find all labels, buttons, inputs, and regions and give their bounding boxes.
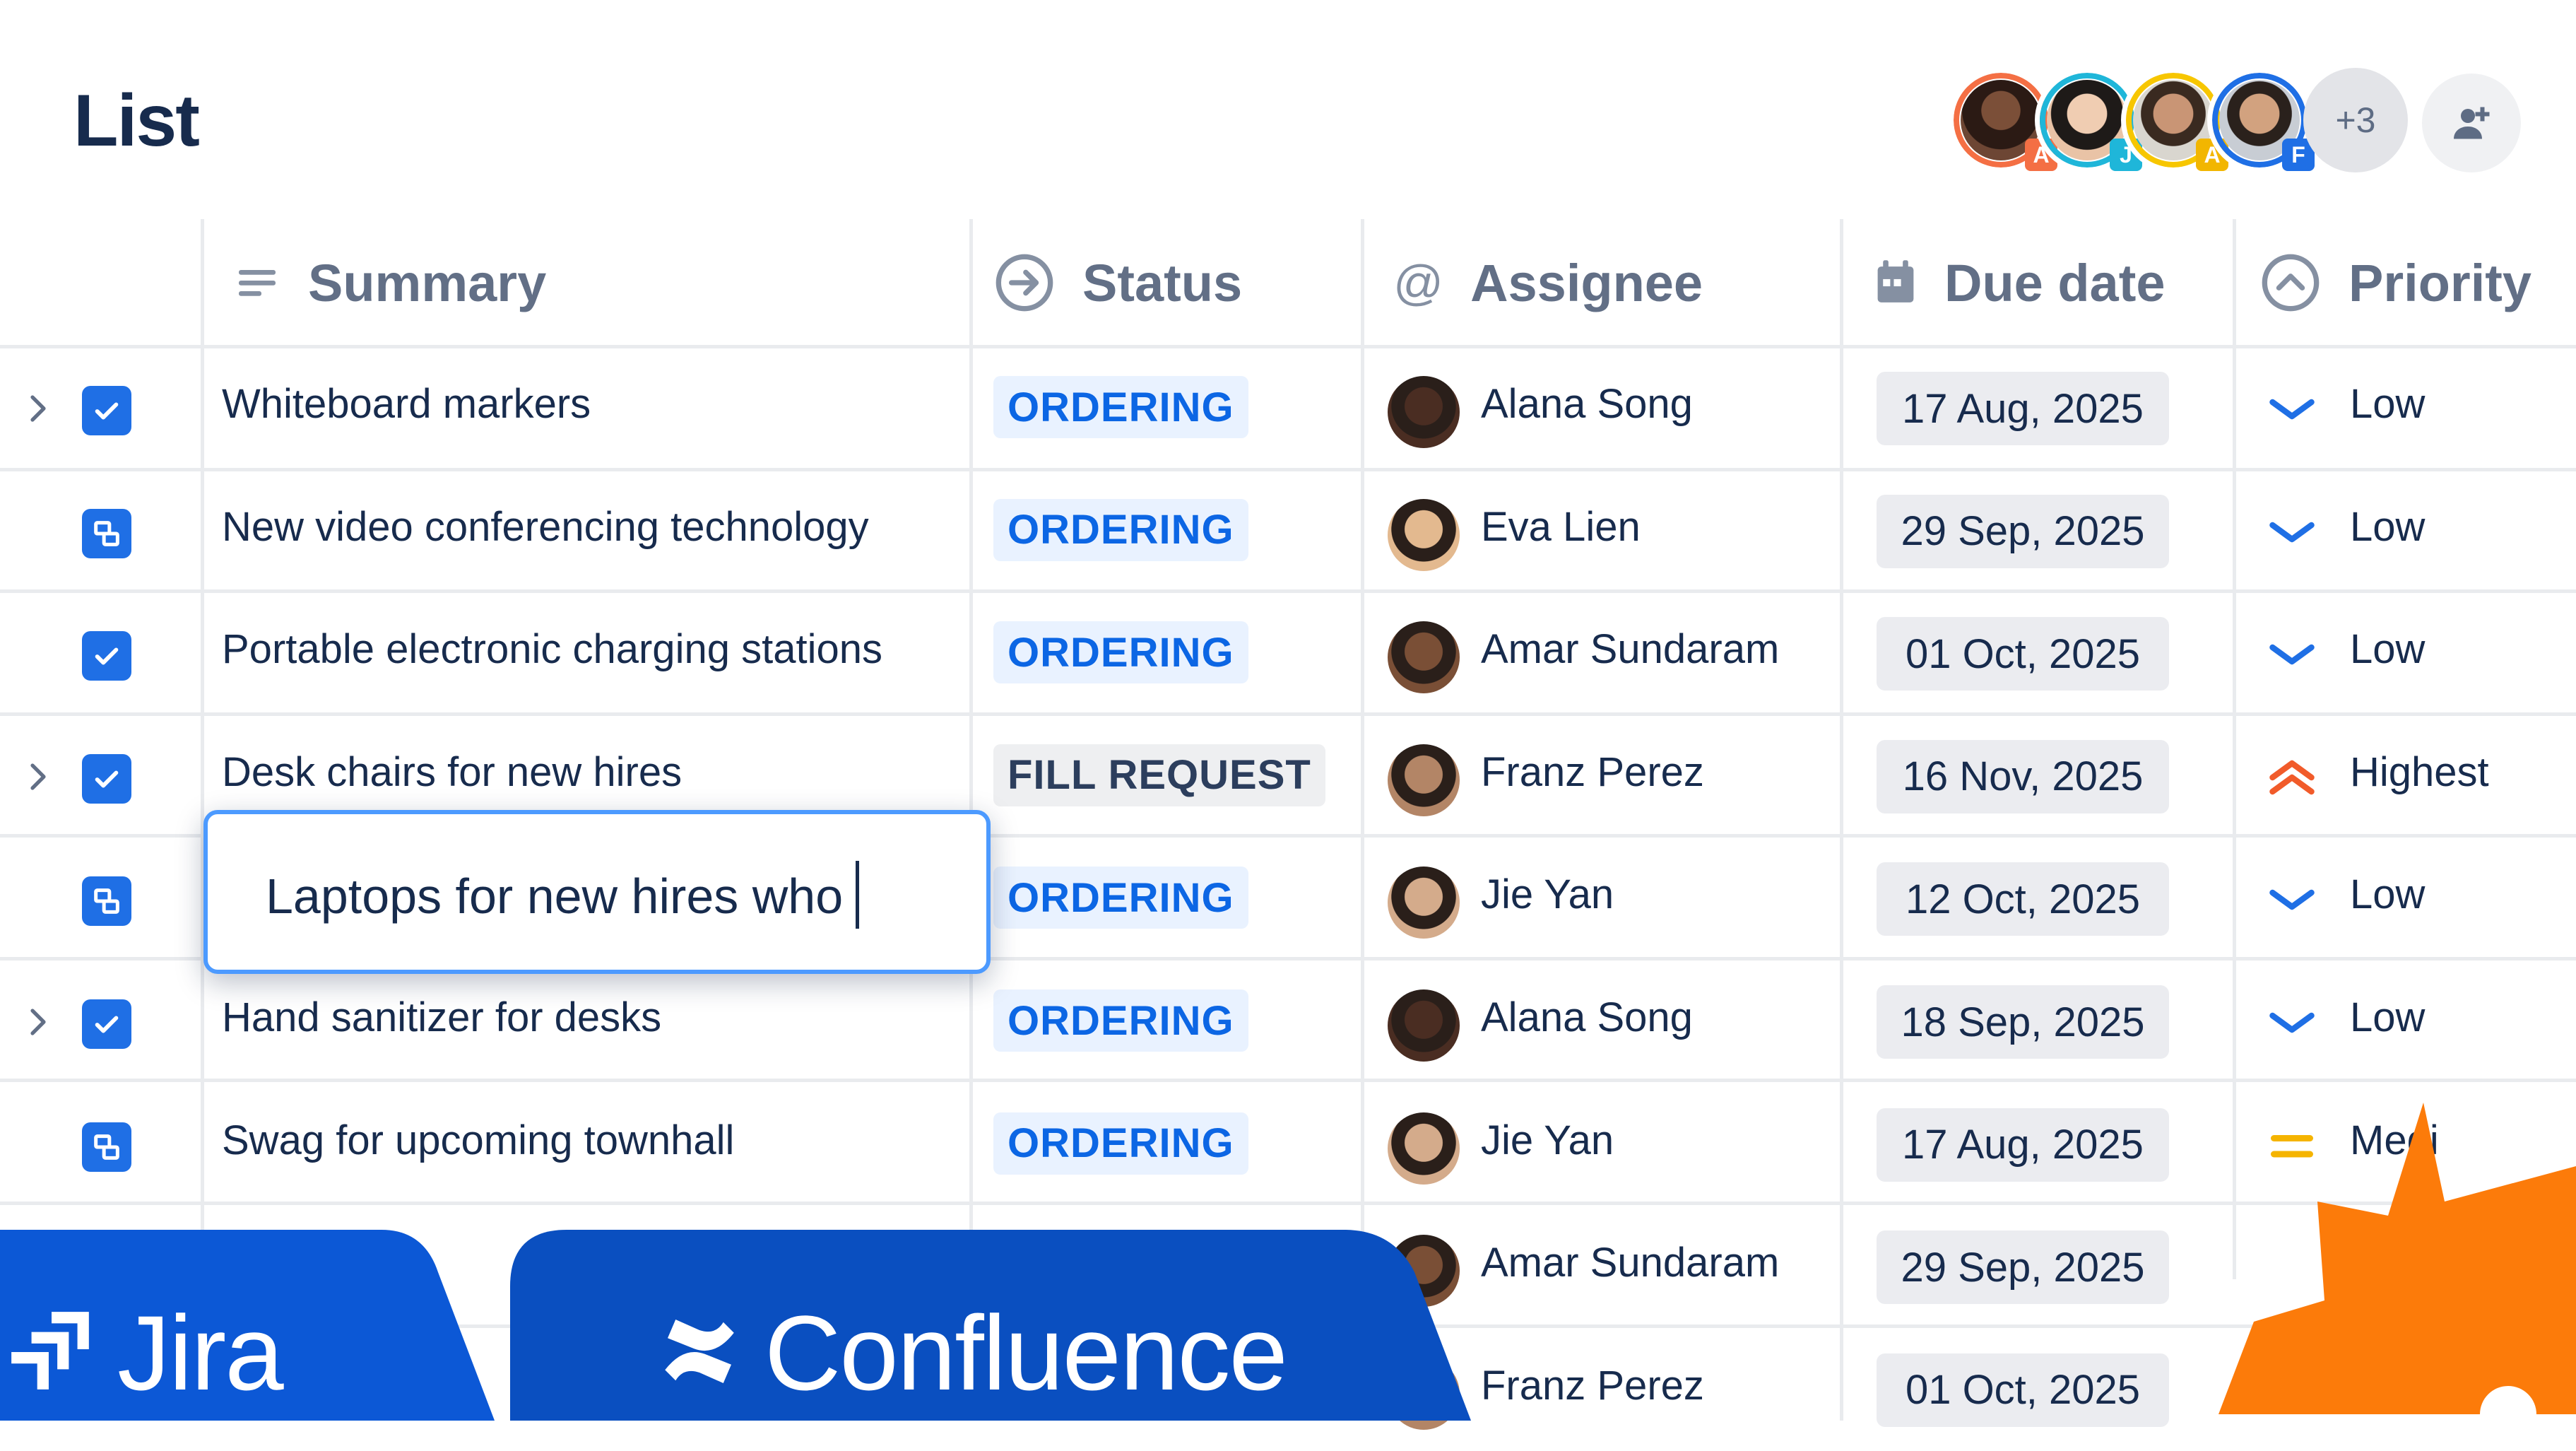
column-header-summary[interactable]: Summary	[236, 247, 546, 318]
expand-chevron-icon[interactable]	[24, 389, 52, 428]
status-badge[interactable]: FILL REQUEST	[993, 744, 1325, 806]
assignee-avatar[interactable]	[1388, 621, 1460, 694]
due-date-lozenge[interactable]: 17 Aug, 2025	[1877, 372, 2169, 445]
summary-cell[interactable]: Desk chairs for new hires	[222, 748, 682, 796]
text-caret	[856, 861, 860, 929]
due-date-lozenge[interactable]: 29 Sep, 2025	[1877, 494, 2169, 568]
table-row[interactable]: New video conferencing technology ORDERIN…	[0, 471, 2576, 592]
assignee-name[interactable]: Franz Perez	[1481, 748, 1704, 796]
expand-chevron-icon[interactable]	[24, 1002, 52, 1042]
assignee-avatar[interactable]	[1388, 989, 1460, 1062]
priority-label[interactable]: Low	[2350, 871, 2425, 918]
due-date-lozenge[interactable]: 12 Oct, 2025	[1877, 862, 2169, 936]
at-sign-icon: @	[1393, 255, 1444, 310]
task-checkbox-icon[interactable]	[82, 631, 131, 681]
priority-label[interactable]: Low	[2350, 994, 2425, 1041]
column-header-assignee[interactable]: @ Assignee	[1393, 247, 1703, 318]
summary-cell[interactable]: Portable electronic charging stations	[222, 625, 882, 673]
priority-label[interactable]: Highest	[2350, 748, 2489, 796]
status-badge[interactable]: ORDERING	[993, 621, 1248, 684]
assignee-name[interactable]: Alana Song	[1481, 994, 1693, 1041]
assignee-name[interactable]: Amar Sundaram	[1481, 625, 1779, 673]
assignee-name[interactable]: Franz Perez	[1481, 1362, 1704, 1409]
jira-logo-icon	[6, 1306, 98, 1402]
inline-summary-editor[interactable]: Laptops for new hires who	[203, 810, 991, 974]
more-collaborators-count[interactable]: +3	[2303, 68, 2408, 172]
assignee-name[interactable]: Amar Sundaram	[1481, 1239, 1779, 1286]
priority-label[interactable]: Low	[2350, 380, 2425, 428]
confluence-logo-icon	[657, 1309, 742, 1397]
column-header-status[interactable]: Status	[993, 247, 1242, 318]
priority-low-icon	[2264, 998, 2320, 1047]
expand-chevron-icon[interactable]	[24, 757, 52, 797]
assignee-name[interactable]: Alana Song	[1481, 380, 1693, 428]
column-header-status-label: Status	[1082, 253, 1243, 312]
summary-cell[interactable]: Swag for upcoming townhall	[222, 1117, 734, 1164]
add-people-button[interactable]	[2422, 74, 2521, 172]
assignee-name[interactable]: Eva Lien	[1481, 503, 1641, 551]
summary-cell[interactable]: Whiteboard markers	[222, 380, 591, 428]
column-header-summary-label: Summary	[308, 253, 547, 312]
status-badge[interactable]: ORDERING	[993, 498, 1248, 561]
due-date-lozenge[interactable]: 16 Nov, 2025	[1877, 739, 2169, 813]
column-header-priority[interactable]: Priority	[2259, 247, 2531, 318]
inline-summary-editor-value: Laptops for new hires who	[266, 869, 844, 924]
jira-brand-label: Jira	[117, 1293, 284, 1412]
summary-cell[interactable]: New video conferencing technology	[222, 503, 869, 551]
priority-label[interactable]: Low	[2350, 503, 2425, 551]
task-checkbox-icon[interactable]	[82, 386, 131, 435]
task-checkbox-icon[interactable]	[82, 999, 131, 1049]
status-arrow-icon	[995, 254, 1053, 312]
confluence-brand-label: Confluence	[764, 1293, 1288, 1412]
status-badge[interactable]: ORDERING	[993, 1112, 1248, 1175]
due-date-lozenge[interactable]: 29 Sep, 2025	[1877, 1230, 2169, 1305]
column-header-due-date[interactable]: Due date	[1874, 247, 2166, 318]
priority-label[interactable]: Low	[2350, 625, 2425, 673]
task-checkbox-icon[interactable]	[82, 753, 131, 804]
priority-low-icon	[2264, 384, 2320, 434]
calendar-icon	[1877, 260, 1914, 302]
inline-summary-editor-text[interactable]: Laptops for new hires who	[266, 861, 860, 929]
assignee-avatar[interactable]	[1388, 376, 1460, 448]
priority-chevron-icon	[2262, 254, 2320, 312]
status-badge[interactable]: ORDERING	[993, 989, 1248, 1052]
summary-lines-icon	[239, 270, 276, 296]
subtask-icon[interactable]	[82, 508, 131, 558]
column-header-due-date-label: Due date	[1944, 253, 2166, 312]
orange-starburst-graphic	[2218, 1103, 2576, 1414]
assignee-avatar[interactable]	[1388, 1112, 1460, 1185]
status-badge[interactable]: ORDERING	[993, 867, 1248, 929]
table-row[interactable]: Swag for upcoming townhall ORDERING Jie Ya…	[0, 1084, 2576, 1206]
subtask-icon[interactable]	[82, 1122, 131, 1172]
assignee-avatar[interactable]	[1388, 498, 1460, 571]
assignee-name[interactable]: Jie Yan	[1481, 871, 1614, 918]
table-row[interactable]: Hand sanitizer for desks ORDERING Alana So…	[0, 961, 2576, 1083]
table-row[interactable]: Whiteboard markers ORDERING Alana Song 17 A…	[0, 348, 2576, 469]
assignee-avatar[interactable]	[1388, 867, 1460, 939]
due-date-lozenge[interactable]: 01 Oct, 2025	[1877, 617, 2169, 691]
status-badge[interactable]: ORDERING	[993, 376, 1248, 438]
column-header-priority-label: Priority	[2348, 253, 2532, 312]
priority-low-icon	[2264, 875, 2320, 924]
subtask-icon[interactable]	[82, 876, 131, 927]
priority-low-icon	[2264, 507, 2320, 557]
assignee-avatar[interactable]	[1388, 744, 1460, 816]
due-date-lozenge[interactable]: 18 Sep, 2025	[1877, 985, 2169, 1059]
column-header-assignee-label: Assignee	[1470, 253, 1703, 312]
due-date-lozenge[interactable]: 17 Aug, 2025	[1877, 1108, 2169, 1182]
collaborator-avatars: A J A F +3	[1949, 68, 2549, 181]
summary-cell[interactable]: Hand sanitizer for desks	[222, 994, 661, 1041]
add-person-icon	[2454, 107, 2490, 139]
table-row[interactable]: Portable electronic charging stations ORD…	[0, 593, 2576, 715]
page-title: List	[73, 80, 200, 162]
due-date-lozenge[interactable]: 01 Oct, 2025	[1877, 1353, 2169, 1427]
assignee-name[interactable]: Jie Yan	[1481, 1117, 1614, 1164]
priority-highest-icon	[2264, 753, 2320, 802]
priority-low-icon	[2264, 630, 2320, 679]
